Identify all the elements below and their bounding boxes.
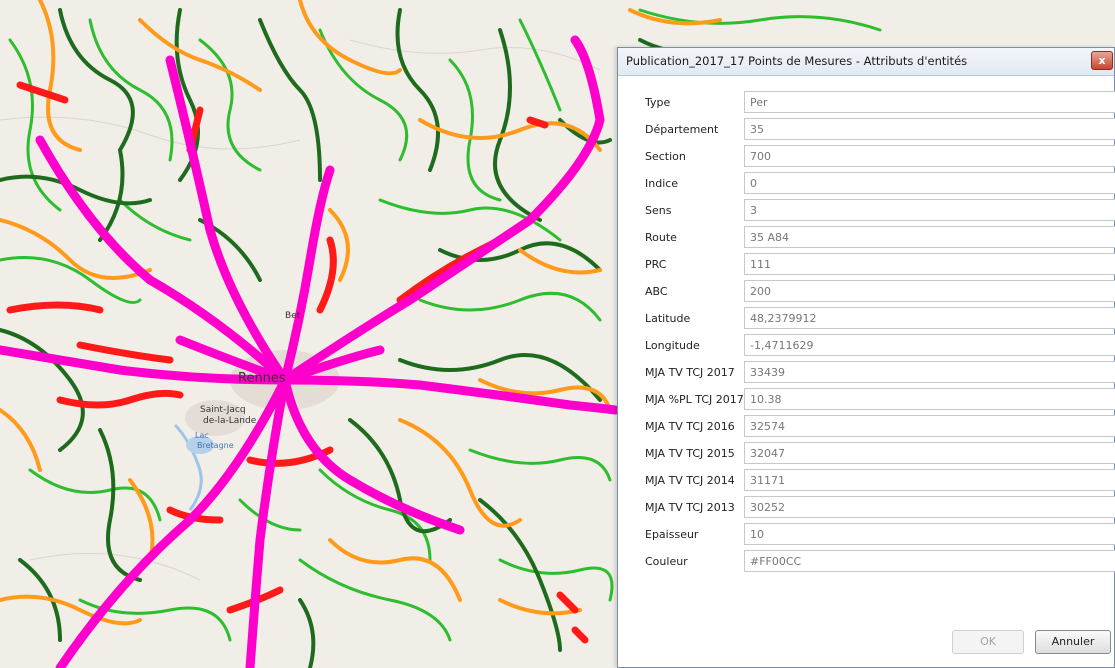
field-label: Sens bbox=[645, 204, 672, 217]
field-input-route[interactable]: 35 A84 bbox=[744, 226, 1115, 248]
map-label-bretagne: Bretagne bbox=[197, 441, 234, 450]
field-label: Route bbox=[645, 231, 677, 244]
field-input-mja-tv-2015[interactable]: 32047 bbox=[744, 442, 1115, 464]
cancel-button[interactable]: Annuler bbox=[1035, 630, 1111, 654]
map-label-lac: Lac bbox=[195, 431, 209, 440]
field-row-mja-tv-2014: MJA TV TCJ 2014 31171 bbox=[618, 468, 1115, 494]
field-row-mja-tv-2017: MJA TV TCJ 2017 33439 bbox=[618, 360, 1115, 386]
attributes-dialog: Publication_2017_17 Points de Mesures - … bbox=[617, 47, 1115, 668]
field-row-mja-tv-2013: MJA TV TCJ 2013 30252 bbox=[618, 495, 1115, 521]
field-input-longitude[interactable]: -1,4711629 bbox=[744, 334, 1115, 356]
field-input-indice[interactable]: 0 bbox=[744, 172, 1115, 194]
field-input-couleur[interactable]: #FF00CC bbox=[744, 550, 1115, 572]
field-label: PRC bbox=[645, 258, 667, 271]
map-label-lande: de-la-Lande bbox=[203, 416, 257, 426]
map-label-saint-jacques: Saint-Jacq bbox=[200, 405, 246, 415]
field-input-abc[interactable]: 200 bbox=[744, 280, 1115, 302]
field-input-sens[interactable]: 3 bbox=[744, 199, 1115, 221]
field-input-mja-tv-2017[interactable]: 33439 bbox=[744, 361, 1115, 383]
field-input-mja-tv-2016[interactable]: 32574 bbox=[744, 415, 1115, 437]
field-label: MJA TV TCJ 2016 bbox=[645, 420, 735, 433]
dialog-titlebar[interactable]: Publication_2017_17 Points de Mesures - … bbox=[618, 48, 1114, 76]
field-row-mja-tv-2015: MJA TV TCJ 2015 32047 bbox=[618, 441, 1115, 467]
field-label: MJA TV TCJ 2013 bbox=[645, 501, 735, 514]
field-row-longitude: Longitude -1,4711629 bbox=[618, 333, 1115, 359]
field-row-mja-pl-2017: MJA %PL TCJ 2017 10.38 bbox=[618, 387, 1115, 413]
field-label: Type bbox=[645, 96, 671, 109]
field-label: MJA TV TCJ 2017 bbox=[645, 366, 735, 379]
field-row-type: Type Per bbox=[618, 90, 1115, 116]
field-row-sens: Sens 3 bbox=[618, 198, 1115, 224]
field-label: Couleur bbox=[645, 555, 688, 568]
field-row-epaisseur: Epaisseur 10 bbox=[618, 522, 1115, 548]
field-label: Latitude bbox=[645, 312, 691, 325]
field-row-abc: ABC 200 bbox=[618, 279, 1115, 305]
close-icon: x bbox=[1098, 54, 1106, 67]
field-input-type[interactable]: Per bbox=[744, 91, 1115, 113]
field-row-prc: PRC 111 bbox=[618, 252, 1115, 278]
field-row-departement: Département 35 bbox=[618, 117, 1115, 143]
field-input-mja-pl-2017[interactable]: 10.38 bbox=[744, 388, 1115, 410]
field-label: Longitude bbox=[645, 339, 700, 352]
field-label: Indice bbox=[645, 177, 679, 190]
field-input-mja-tv-2014[interactable]: 31171 bbox=[744, 469, 1115, 491]
field-row-latitude: Latitude 48,2379912 bbox=[618, 306, 1115, 332]
field-row-route: Route 35 A84 bbox=[618, 225, 1115, 251]
field-label: MJA %PL TCJ 2017 bbox=[645, 393, 744, 406]
field-input-prc[interactable]: 111 bbox=[744, 253, 1115, 275]
field-row-couleur: Couleur #FF00CC bbox=[618, 549, 1115, 575]
field-label: MJA TV TCJ 2014 bbox=[645, 474, 735, 487]
field-input-latitude[interactable]: 48,2379912 bbox=[744, 307, 1115, 329]
field-row-indice: Indice 0 bbox=[618, 171, 1115, 197]
dialog-title: Publication_2017_17 Points de Mesures - … bbox=[626, 54, 968, 68]
map-label-bet: Bet bbox=[285, 311, 301, 321]
field-input-departement[interactable]: 35 bbox=[744, 118, 1115, 140]
map-label-rennes: Rennes bbox=[238, 371, 286, 386]
field-label: Département bbox=[645, 123, 719, 136]
field-input-section[interactable]: 700 bbox=[744, 145, 1115, 167]
ok-button[interactable]: OK bbox=[952, 630, 1024, 654]
field-input-mja-tv-2013[interactable]: 30252 bbox=[744, 496, 1115, 518]
field-row-section: Section 700 bbox=[618, 144, 1115, 170]
field-label: Section bbox=[645, 150, 686, 163]
close-button[interactable]: x bbox=[1091, 51, 1113, 70]
field-label: ABC bbox=[645, 285, 668, 298]
field-label: Epaisseur bbox=[645, 528, 699, 541]
field-row-mja-tv-2016: MJA TV TCJ 2016 32574 bbox=[618, 414, 1115, 440]
field-input-epaisseur[interactable]: 10 bbox=[744, 523, 1115, 545]
field-label: MJA TV TCJ 2015 bbox=[645, 447, 735, 460]
